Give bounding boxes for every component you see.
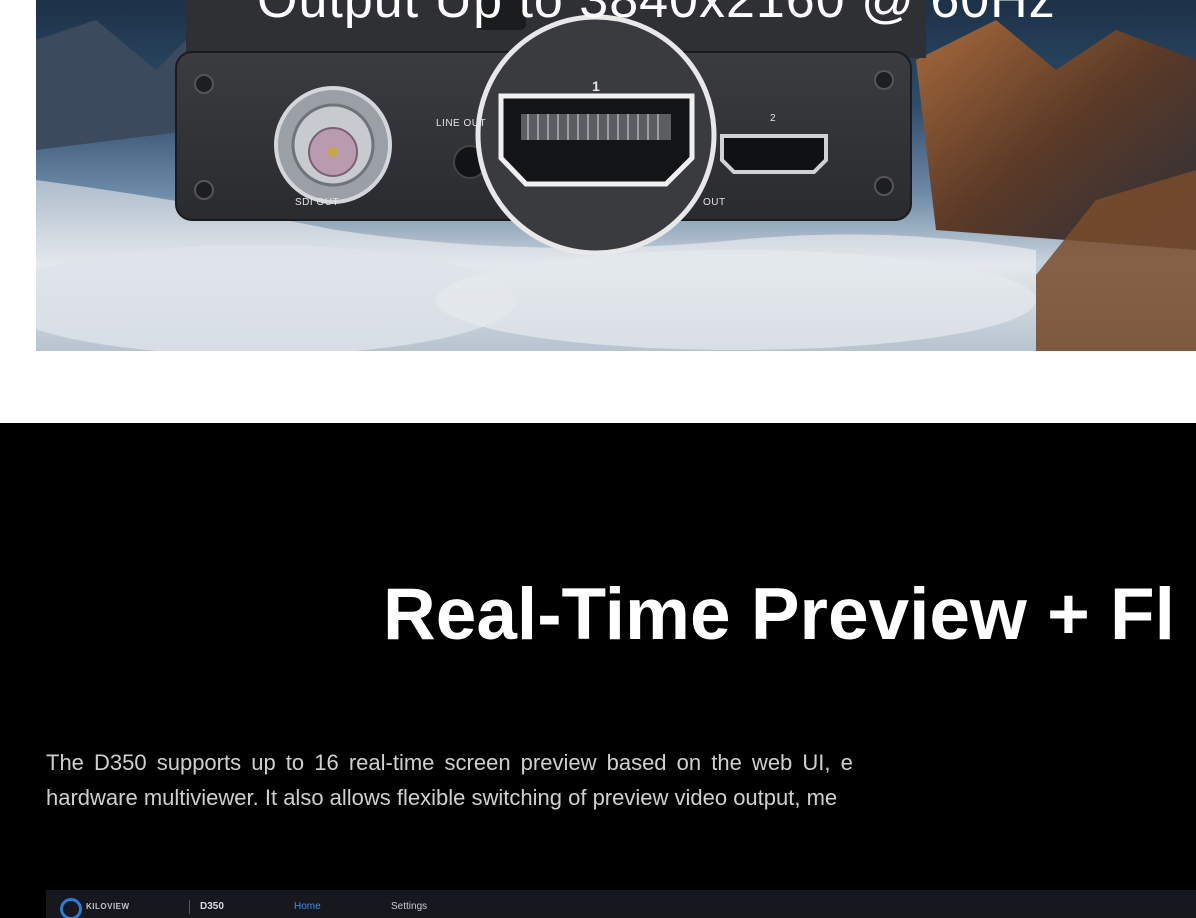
hdmi-out-label: OUT [703,197,726,208]
hdmi-2-label: 2 [770,113,777,124]
device-illustration [36,0,1196,351]
preview-section: Real-Time Preview + Fl The D350 supports… [0,423,1196,918]
nav-home-link[interactable]: Home [294,901,321,912]
sdi-out-label: SDI OUT [295,197,340,208]
hero-title: Output Up to 3840x2160 @ 60Hz [257,0,1056,29]
left-mountain [36,20,196,150]
web-ui-header: KILOVIEW D350 Home Settings [46,890,1196,918]
device-model: D350 [200,901,224,912]
hdmi-2-port [720,134,828,174]
hdmi-1-label: 1 [592,78,601,94]
nav-settings-link[interactable]: Settings [391,901,427,912]
description-line-1: The D350 supports up to 16 real-time scr… [46,750,853,775]
header-divider [189,900,190,914]
section-heading: Real-Time Preview + Fl [383,574,1175,655]
section-description: The D350 supports up to 16 real-time scr… [46,745,1196,815]
line-out-label: LINE OUT [436,118,487,129]
hero-banner: Output Up to 3840x2160 @ 60Hz SDI OUT LI… [36,0,1196,351]
brand-name: KILOVIEW [86,902,130,911]
brand-logo-icon [60,898,82,918]
description-line-2: hardware multiviewer. It also allows fle… [46,785,838,810]
